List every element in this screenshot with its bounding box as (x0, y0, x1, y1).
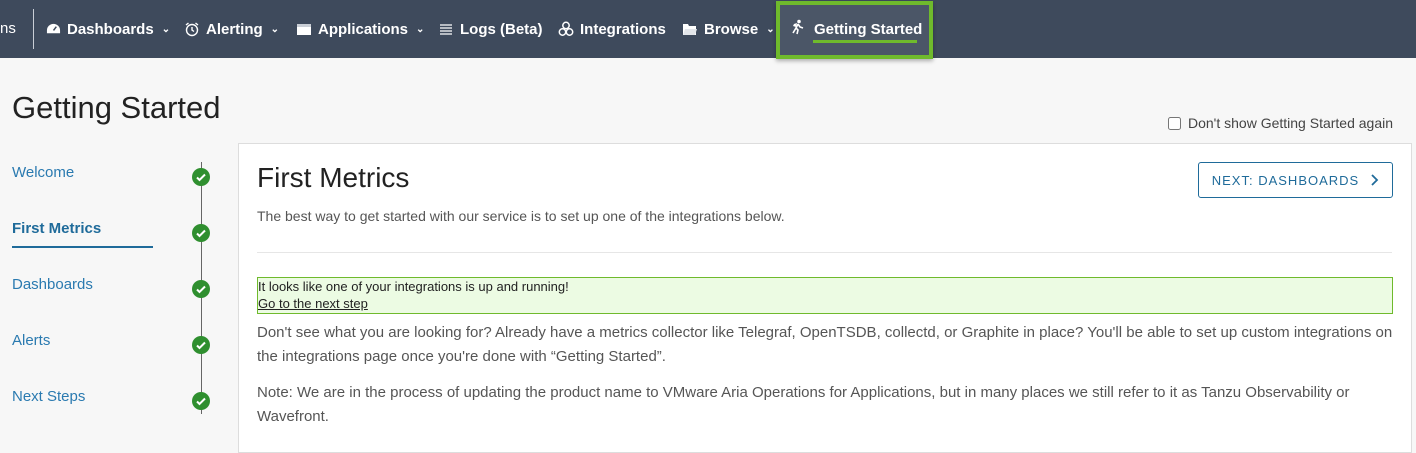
active-tab-underline (813, 40, 917, 43)
nav-applications[interactable]: Applications ⌄ (296, 19, 424, 39)
chevron-down-icon: ⌄ (270, 23, 280, 35)
alert-message: It looks like one of your integrations i… (258, 279, 569, 294)
open-folder-icon (682, 21, 698, 37)
nav-browse[interactable]: Browse ⌄ (682, 19, 775, 39)
top-navigation-bar: ns Dashboards ⌄ Alerting ⌄ Applications … (0, 0, 1416, 58)
chevron-down-icon: ⌄ (766, 23, 775, 35)
check-circle-icon (192, 224, 210, 242)
success-alert: It looks like one of your integrations i… (257, 277, 1393, 314)
step-dashboards[interactable]: Dashboards (12, 276, 93, 293)
nav-browse-label: Browse (704, 20, 759, 38)
chevron-down-icon: ⌄ (161, 23, 171, 35)
hiker-icon (790, 19, 806, 39)
nav-logs-label: Logs (Beta) (460, 20, 543, 38)
check-circle-icon (192, 336, 210, 354)
dont-show-again-checkbox[interactable] (1168, 116, 1181, 130)
next-dashboards-button[interactable]: NEXT: DASHBOARDS (1198, 162, 1393, 198)
nav-divider (33, 9, 34, 49)
step-alerts[interactable]: Alerts (12, 332, 50, 349)
dont-show-again-label: Don't show Getting Started again (1188, 115, 1394, 131)
next-step-link[interactable]: Go to the next step (258, 295, 1392, 312)
alarm-clock-icon (184, 21, 200, 37)
nav-getting-started[interactable]: Getting Started (790, 19, 922, 39)
nav-integrations[interactable]: Integrations (558, 19, 666, 39)
integrations-icon (558, 21, 574, 37)
nav-alerting-label: Alerting (206, 20, 263, 38)
check-circle-icon (192, 280, 210, 298)
active-step-underline (12, 246, 153, 248)
dashboard-icon (45, 21, 61, 37)
step-first-metrics[interactable]: First Metrics (12, 220, 101, 237)
nav-alerting[interactable]: Alerting ⌄ (184, 19, 279, 39)
nav-dashboards[interactable]: Dashboards ⌄ (45, 19, 170, 39)
check-circle-icon (192, 392, 210, 410)
intro-text: The best way to get started with our ser… (257, 208, 785, 224)
nav-item-truncated[interactable]: ns (0, 20, 16, 37)
chevron-right-icon (1371, 174, 1379, 186)
folder-icon (296, 21, 312, 37)
page-title: Getting Started (12, 90, 221, 125)
dont-show-again-option[interactable]: Don't show Getting Started again (1168, 115, 1393, 131)
nav-logs[interactable]: Logs (Beta) (438, 19, 543, 39)
chevron-down-icon: ⌄ (416, 23, 425, 35)
nav-integrations-label: Integrations (580, 20, 666, 38)
step-welcome[interactable]: Welcome (12, 164, 74, 181)
step-next-steps[interactable]: Next Steps (12, 388, 85, 405)
product-name-note: Note: We are in the process of updating … (257, 384, 1350, 425)
check-circle-icon (192, 168, 210, 186)
custom-integrations-note: Don't see what you are looking for? Alre… (257, 324, 1393, 365)
section-title: First Metrics (257, 162, 410, 193)
nav-dashboards-label: Dashboards (67, 20, 154, 38)
nav-applications-label: Applications (318, 20, 409, 38)
section-divider (257, 252, 1392, 253)
nav-getting-started-label: Getting Started (814, 20, 923, 38)
list-icon (438, 21, 454, 37)
next-button-label: NEXT: DASHBOARDS (1211, 172, 1360, 188)
